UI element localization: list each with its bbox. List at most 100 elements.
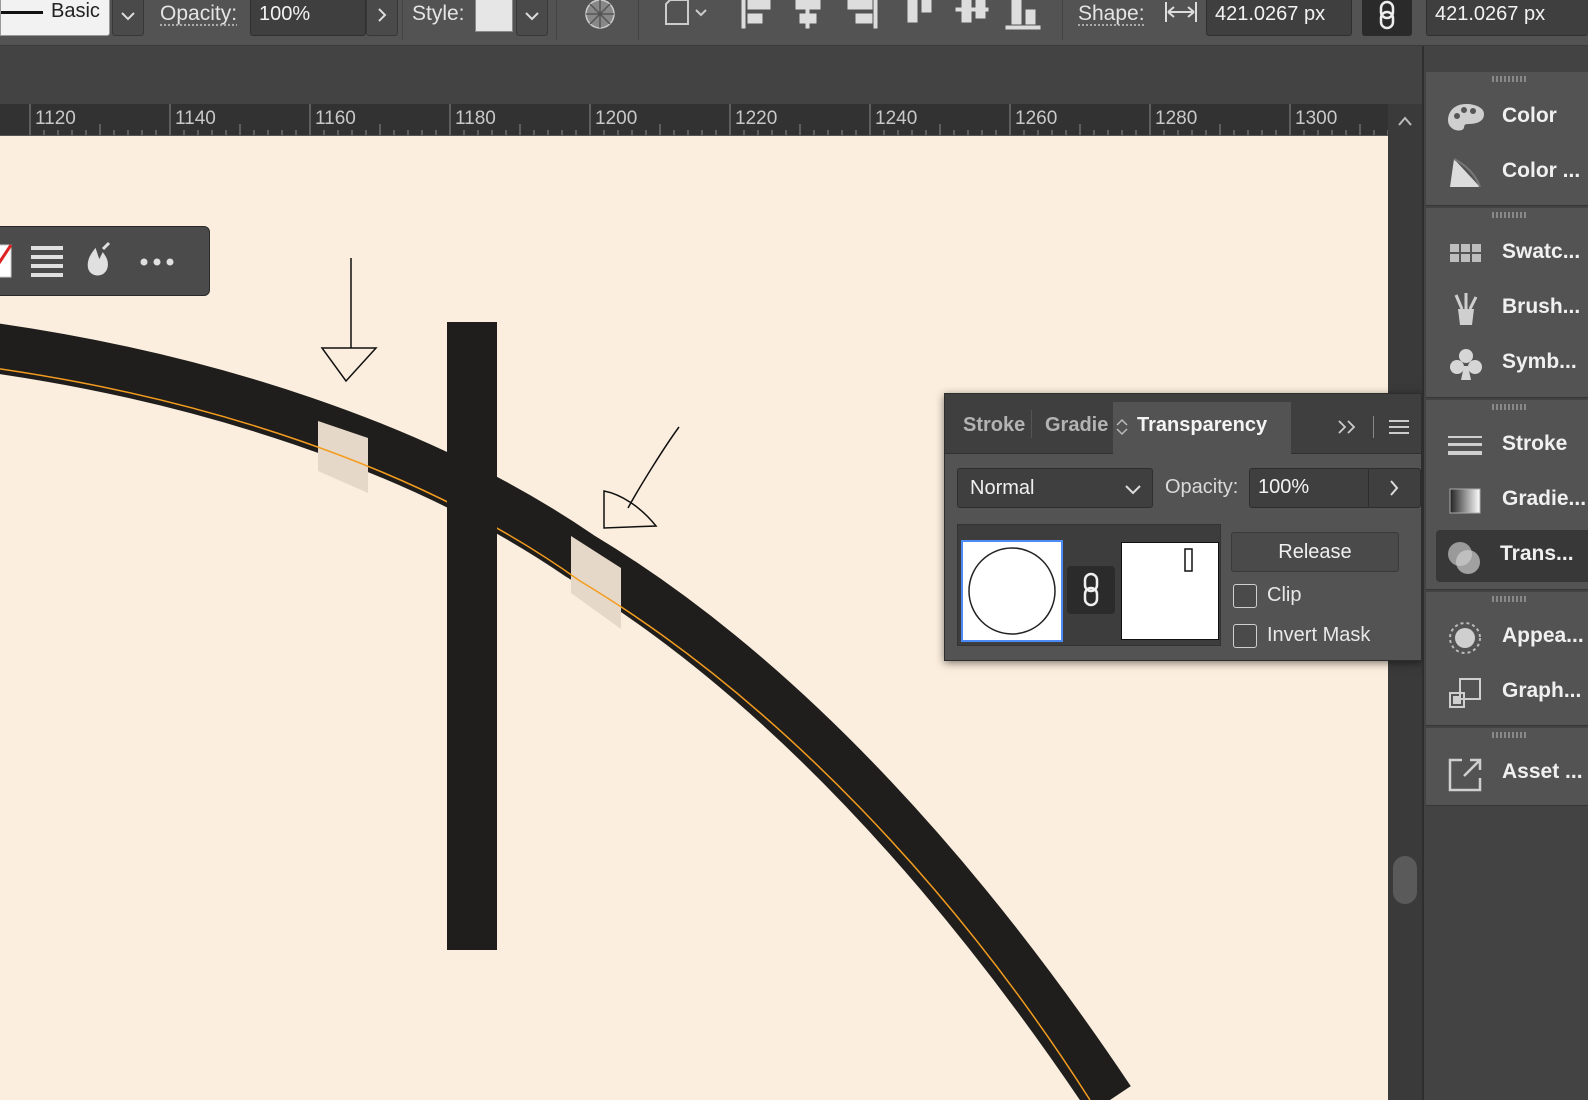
ruler-tick-label: 1260: [1015, 108, 1057, 130]
chevron-down-icon: [517, 0, 547, 35]
dock-group: Stroke Gradie... Trans...: [1426, 400, 1588, 590]
stroke-profile-preview: [1, 11, 43, 14]
dock-group: Asset ...: [1426, 728, 1588, 806]
graphic-style-chevron-button[interactable]: [516, 0, 548, 36]
divider: [1373, 416, 1374, 438]
annotation-arrow-down: [322, 258, 376, 381]
panel-menu-icon[interactable]: [1387, 418, 1411, 436]
dock-group: Swatc... Brush... Symb...: [1426, 208, 1588, 398]
shape-width-input[interactable]: 421.0267 px: [1206, 0, 1352, 36]
graphic-style-swatch[interactable]: [475, 0, 513, 32]
ruler-tick-label: 1200: [595, 108, 637, 130]
opacity-expand-button[interactable]: [366, 0, 398, 36]
panel-opacity-expand-button[interactable]: [1368, 469, 1420, 507]
tab-stroke[interactable]: Stroke: [963, 414, 1029, 437]
width-icon: [1164, 0, 1198, 24]
link-icon: [1067, 566, 1115, 614]
divider: [402, 0, 403, 40]
stroke-profile-dropdown[interactable]: Basic: [0, 0, 110, 36]
chevron-up-icon[interactable]: [1396, 112, 1414, 130]
panel-opacity-value: 100%: [1258, 476, 1309, 499]
collapse-panel-icon[interactable]: [1337, 418, 1363, 436]
opacity-input[interactable]: 100%: [250, 0, 366, 36]
opacity-label: Opacity:: [160, 2, 237, 26]
dock-item-appearance[interactable]: Appea...: [1428, 612, 1588, 664]
stroke-profile-chevron-button[interactable]: [112, 0, 144, 36]
appearance-icon: [1446, 620, 1486, 656]
selected-path-highlight: [0, 366, 1090, 1100]
dock-item-color[interactable]: Color: [1428, 92, 1588, 144]
control-bar: Basic Opacity: 100% Style: Shape: 421.02…: [0, 0, 1588, 46]
scrollbar-thumb[interactable]: [1393, 856, 1417, 904]
divider: [1062, 0, 1063, 40]
color-guide-icon: [1446, 155, 1486, 191]
clip-checkbox[interactable]: [1233, 584, 1257, 608]
dock-item-color-guide[interactable]: Color ...: [1428, 147, 1588, 199]
divider: [556, 0, 557, 40]
stroke-profile-label: Basic: [51, 0, 100, 23]
dock-label-gradient: Gradie...: [1502, 487, 1588, 511]
dock-item-stroke[interactable]: Stroke: [1428, 420, 1588, 472]
ruler-tick-label: 1220: [735, 108, 777, 130]
divider: [1031, 410, 1032, 438]
release-button[interactable]: Release: [1231, 532, 1399, 572]
style-label: Style:: [412, 2, 465, 26]
ruler-tick-label: 1180: [455, 108, 496, 130]
panel-dock: Color Color ... Swatc... Brush... Symb..…: [1422, 46, 1588, 1100]
chevron-right-icon: [367, 0, 397, 35]
grip-icon[interactable]: [1426, 402, 1588, 412]
object-thumbnail[interactable]: [961, 540, 1063, 642]
contextual-task-bar: [0, 226, 210, 296]
palette-icon: [1446, 100, 1486, 136]
dock-item-transparency[interactable]: Trans...: [1436, 530, 1588, 582]
grip-icon[interactable]: [1426, 74, 1588, 84]
opacity-mask-thumbnail[interactable]: [1121, 542, 1219, 640]
symbols-icon: [1446, 346, 1486, 382]
dock-item-asset-export[interactable]: Asset ...: [1428, 748, 1588, 800]
grip-icon[interactable]: [1426, 594, 1588, 604]
more-options-icon: [141, 259, 174, 266]
ruler-tick-label: 1160: [315, 108, 356, 130]
recolor-icon: [89, 243, 109, 274]
constrain-proportions-button[interactable]: [1362, 0, 1412, 36]
tab-transparency[interactable]: Transparency: [1137, 414, 1267, 437]
dock-label-brushes: Brush...: [1502, 295, 1588, 319]
dock-item-symbols[interactable]: Symb...: [1428, 338, 1588, 390]
dock-item-gradient[interactable]: Gradie...: [1428, 475, 1588, 527]
panel-opacity-label: Opacity:: [1165, 476, 1238, 499]
chevron-down-icon: [1122, 479, 1144, 499]
ruler-tick-label: 1120: [35, 108, 76, 130]
circle-thumbnail-icon: [963, 542, 1061, 640]
link-icon: [1362, 0, 1412, 36]
asset-export-icon: [1446, 756, 1486, 792]
dock-label-stroke: Stroke: [1502, 432, 1588, 456]
blend-mode-value: Normal: [970, 477, 1034, 500]
ruler-tick-label: 1240: [875, 108, 917, 130]
recolor-artwork-icon[interactable]: [582, 0, 618, 32]
dock-item-graphic-styles[interactable]: Graph...: [1428, 667, 1588, 719]
dock-label-appearance: Appea...: [1502, 624, 1588, 648]
shape-height-input[interactable]: 421.0267 px: [1426, 0, 1588, 36]
dock-item-brushes[interactable]: Brush...: [1428, 283, 1588, 335]
mask-link-button[interactable]: [1067, 566, 1115, 614]
align-menu-icon: [31, 246, 63, 277]
dock-label-transparency: Trans...: [1500, 542, 1588, 566]
ruler-tick-label: 1280: [1155, 108, 1197, 130]
transparency-icon: [1444, 538, 1484, 574]
document-setup-icon[interactable]: [662, 0, 712, 32]
grip-icon[interactable]: [1426, 210, 1588, 220]
dock-label-swatches: Swatc...: [1502, 240, 1588, 264]
ruler-tick-label: 1300: [1295, 108, 1337, 130]
vertical-bar: [447, 322, 497, 950]
graphic-styles-icon: [1446, 675, 1486, 711]
chevron-right-icon: [1369, 469, 1419, 507]
blend-mode-dropdown[interactable]: Normal: [957, 468, 1153, 508]
panel-opacity-input[interactable]: 100%: [1249, 468, 1421, 508]
dock-item-swatches[interactable]: Swatc...: [1428, 228, 1588, 280]
tab-gradient[interactable]: Gradie: [1045, 414, 1109, 437]
align-buttons[interactable]: [740, 0, 1050, 34]
horizontal-ruler[interactable]: 1120 1140 1160 1180 1200 1220 1240 1260 1280 1300: [0, 104, 1388, 136]
grip-icon[interactable]: [1426, 730, 1588, 740]
invert-mask-checkbox[interactable]: [1233, 624, 1257, 648]
ruler-tick-label: 1140: [175, 108, 216, 130]
